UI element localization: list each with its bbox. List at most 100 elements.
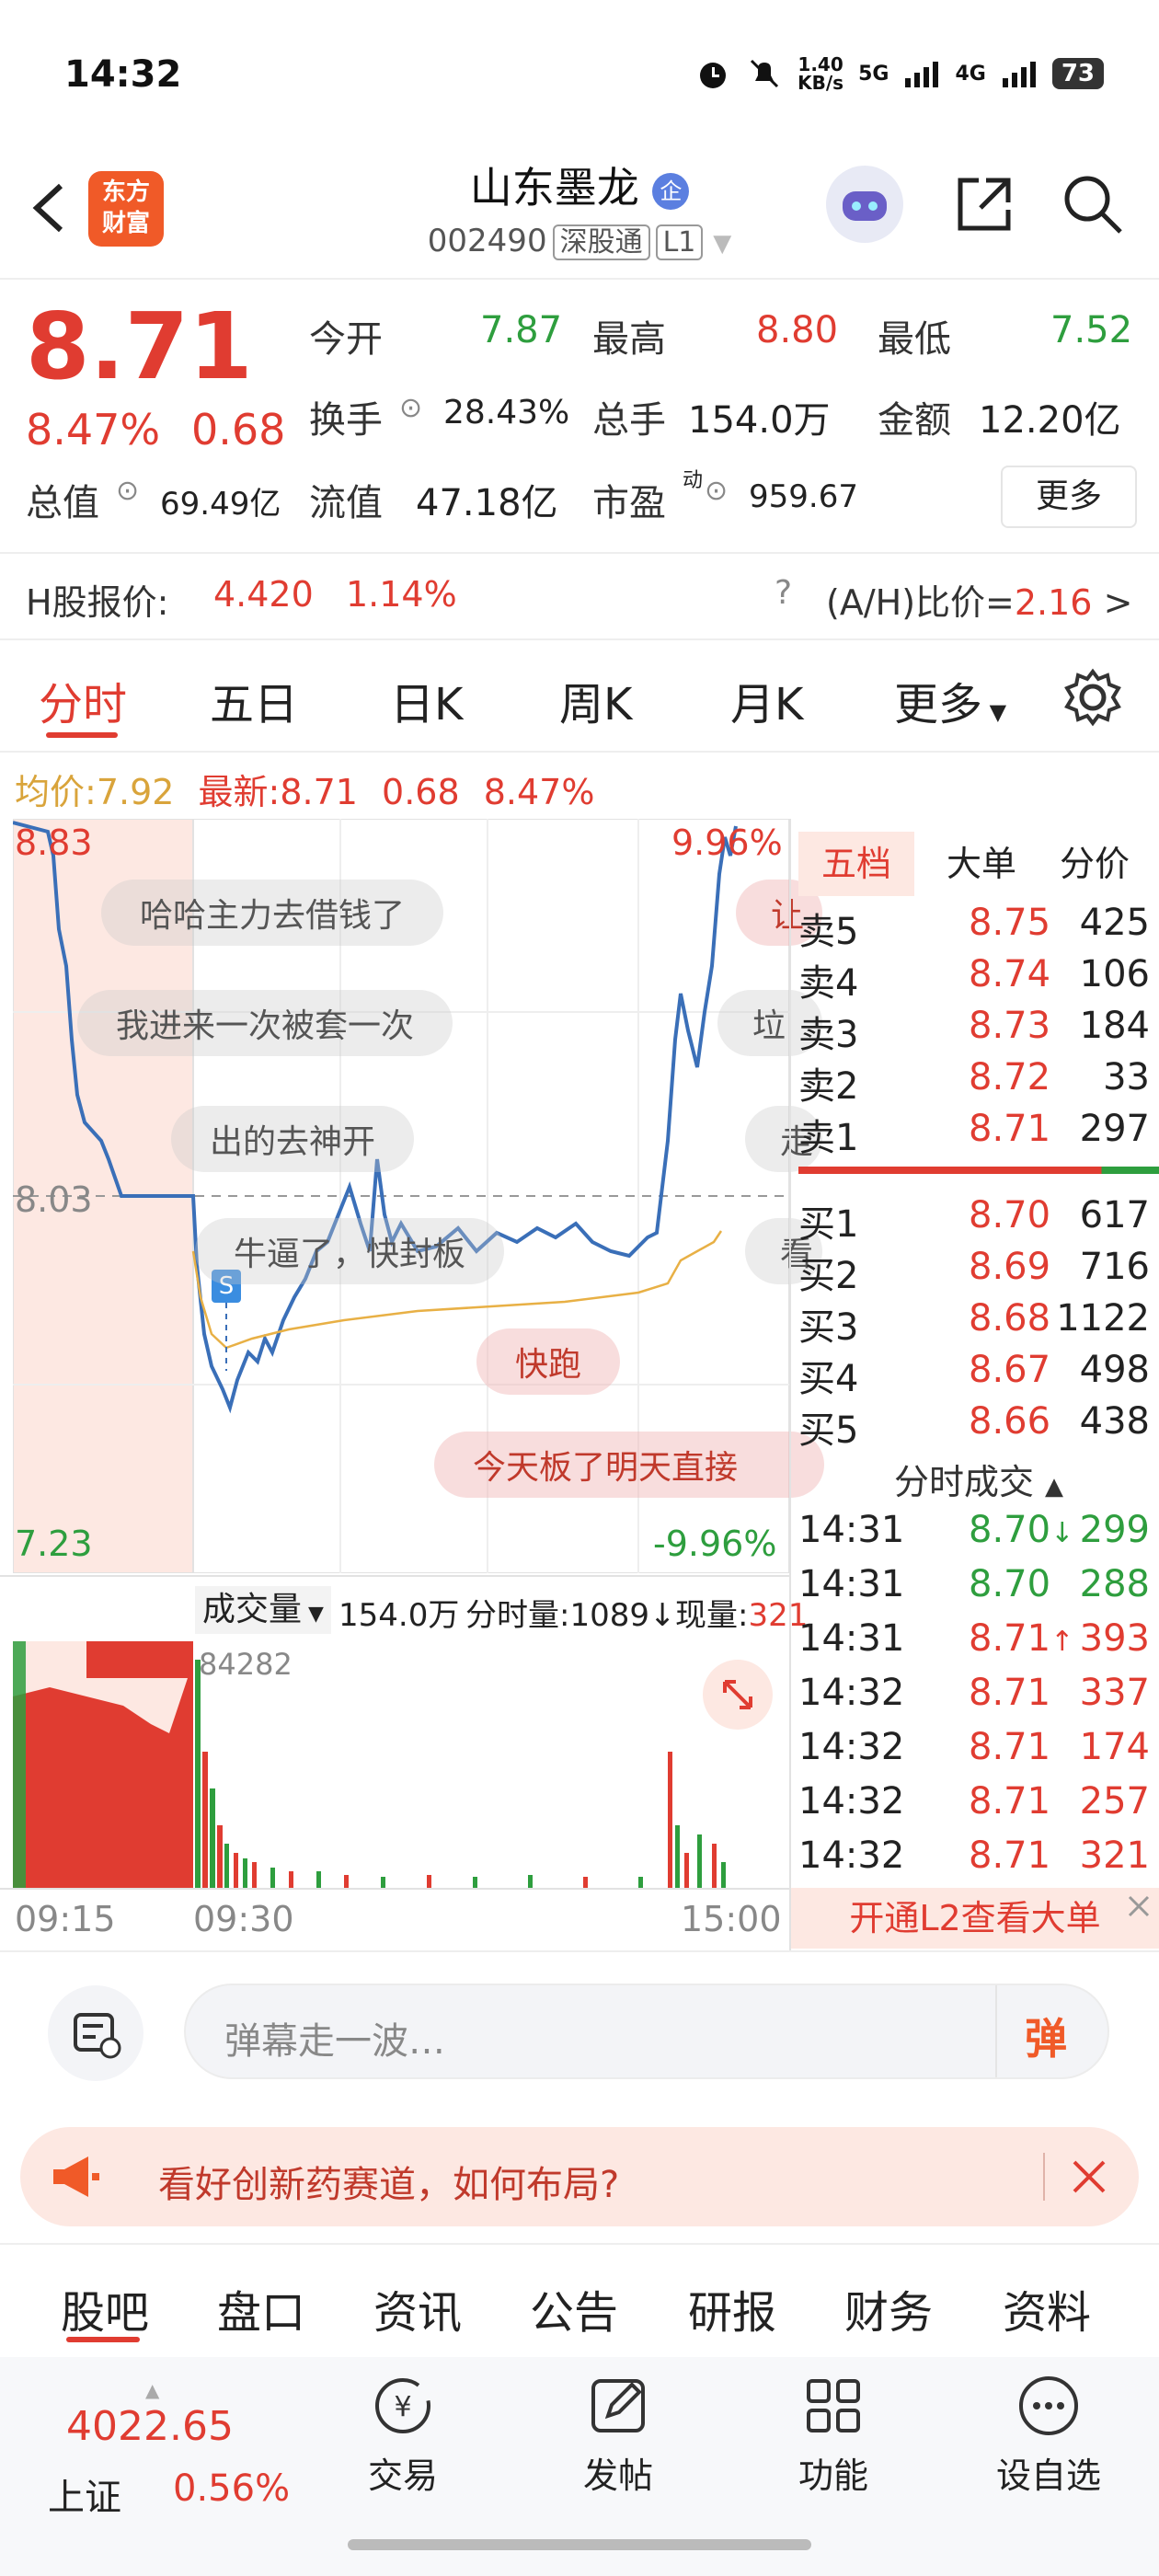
index-widget[interactable]: ▲ 4022.65 上证 0.56% [37,2379,313,2526]
low-value: 7.52 [1050,309,1133,351]
chevron-right-icon: > [1103,582,1133,623]
tab-pankou[interactable]: 盘口 [217,2276,305,2340]
tab-indicator [66,2337,140,2342]
alarm-icon [700,63,727,88]
robot-avatar[interactable] [826,166,903,243]
mktcap-value: 69.49亿 [160,486,281,523]
danmu-bubble[interactable]: 出的去神开 [171,1106,415,1172]
bid-row[interactable]: 买1 8.70 617 [798,1194,1159,1246]
tab-research[interactable]: 研报 [688,2276,776,2340]
amount-label: 金额 [878,399,951,442]
ask-row[interactable]: 卖5 8.75 425 [798,902,1159,953]
danmu-settings-button[interactable] [48,1985,143,2081]
avg-line-info: 均价:7.92 最新:8.71 0.68 8.47% [15,772,595,812]
book-tab-price-dist[interactable]: 分价 [1039,832,1150,896]
x-axis-close: 15:00 [681,1899,782,1939]
nav-post[interactable]: 发帖 [526,2374,710,2498]
index-name: 上证 [48,2477,121,2519]
ah-ratio[interactable]: (A/H)比价=2.16 > [826,574,1132,625]
danmu-settings-icon [74,2013,121,2059]
mute-icon [751,59,779,88]
info-icon[interactable]: ⊙ [399,392,422,424]
turnover-value: 28.43% [443,394,570,431]
volume-selector[interactable]: 成交量 ▼ [195,1586,331,1634]
close-icon[interactable] [1069,2156,1109,2197]
info-icon[interactable]: ⊙ [116,475,139,507]
amount-value: 12.20亿 [979,399,1121,442]
volume-chart[interactable] [13,1641,789,1888]
expand-icon[interactable] [699,1656,776,1733]
nav-trade[interactable]: ¥ 交易 [311,2374,495,2498]
mktcap-label: 总值 [26,482,99,524]
ask-row[interactable]: 卖4 8.74 106 [798,953,1159,1005]
tick-row: 14:31 8.71↑ 393 [798,1617,1150,1660]
tab-news[interactable]: 资讯 [373,2276,462,2340]
share-icon[interactable] [951,171,1017,237]
tab-guba[interactable]: 股吧 [61,2276,149,2340]
pct-axis-bottom: -9.96% [653,1524,777,1564]
ask-row[interactable]: 卖2 8.72 33 [798,1056,1159,1108]
danmu-bubble[interactable]: 今天板了明天直接 [434,1432,824,1498]
pe-sup: 动 [683,469,704,492]
danmu-bubble[interactable]: 快跑 [476,1328,621,1395]
danmu-send-button[interactable]: 弹 [1025,2006,1067,2066]
tick-row: 14:32 8.71 321 [798,1834,1150,1877]
nav-add-watchlist[interactable]: 设自选 [957,2374,1141,2498]
bid-row[interactable]: 买5 8.66 438 [798,1400,1159,1452]
ask-row[interactable]: 卖1 8.71 297 [798,1108,1159,1159]
ticks-title[interactable]: 分时成交 ▲ [798,1454,1159,1504]
bid-row[interactable]: 买4 8.67 498 [798,1349,1159,1400]
tab-daily-k[interactable]: 日K [390,668,463,732]
book-tab-five-level[interactable]: 五档 [798,832,914,896]
y-axis-bottom: 7.23 [15,1524,93,1564]
info-icon[interactable]: ⊙ [705,475,728,507]
danmu-bubble[interactable]: 我进来一次被套一次 [77,990,453,1056]
status-icons: 1.40 KB/s 5G 4G 73 [694,55,1104,92]
fen-volume: 分时量:1089↓ [465,1597,676,1634]
tab-finance[interactable]: 财务 [844,2276,933,2340]
volume-label: 总手 [592,399,666,442]
volume-value: 154.0万 [688,399,831,442]
danmu-bubble[interactable]: 哈哈主力去借钱了 [101,880,444,946]
danmu-bubble[interactable]: 牛逼了，快封板 [195,1218,505,1284]
enterprise-badge: 企 [652,172,690,210]
promo-banner[interactable]: 看好创新药赛道，如何布局? [20,2127,1139,2226]
current-price: 8.71 [26,293,253,400]
danmu-input[interactable]: 弹幕走一波… 弹 [184,1984,1109,2079]
megaphone-icon [53,2156,99,2197]
tab-profile[interactable]: 资料 [1003,2276,1091,2340]
signal-bars-icon [1002,62,1036,87]
search-icon[interactable] [1060,171,1126,237]
ask-row[interactable]: 卖3 8.73 184 [798,1005,1159,1056]
dropdown-icon[interactable]: ▼ [713,230,731,258]
high-value: 8.80 [756,309,839,351]
tab-weekly-k[interactable]: 周K [559,668,632,732]
signal-4g: 4G [955,62,986,86]
tab-monthly-k[interactable]: 月K [730,668,803,732]
more-button[interactable]: 更多 [1001,466,1137,528]
tick-row: 14:32 8.71 257 [798,1780,1150,1823]
volume-bars [195,1660,726,1888]
change-percent: 8.47% [26,405,161,454]
bid-row[interactable]: 买3 8.68 1122 [798,1297,1159,1349]
change-amount: 0.68 [191,405,286,454]
tick-row: 14:31 8.70 288 [798,1563,1150,1605]
home-indicator [348,2539,811,2550]
hshare-label: H股报价: [26,582,169,623]
tab-5day[interactable]: 五日 [210,668,298,732]
bid-row[interactable]: 买2 8.69 716 [798,1246,1159,1297]
close-icon[interactable] [1124,1892,1153,1921]
signal-bars-icon [905,62,939,87]
book-tab-big-orders[interactable]: 大单 [931,832,1032,896]
tab-intraday[interactable]: 分时 [39,668,127,732]
l2-upgrade-banner[interactable]: 开通L2查看大单 [791,1888,1159,1949]
settings-gear-icon[interactable] [1063,668,1122,727]
volume-total: 154.0万 [339,1597,460,1634]
turnover-label: 换手 [309,399,383,442]
y-axis-mid: 8.03 [15,1179,93,1220]
nav-functions[interactable]: 功能 [741,2374,925,2498]
x-axis-open: 09:30 [193,1899,294,1939]
tab-announcements[interactable]: 公告 [530,2276,618,2340]
help-icon[interactable]: ? [775,574,792,612]
tab-more[interactable]: 更多 ▼ [894,668,1006,732]
